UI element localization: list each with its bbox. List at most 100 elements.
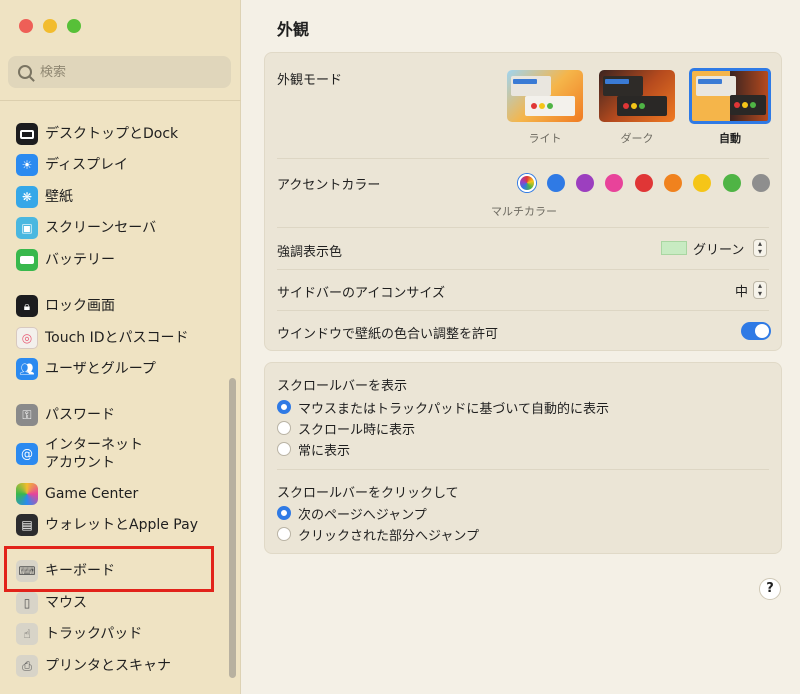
sidebar-item-displays[interactable]: ☀ ディスプレイ: [16, 154, 128, 176]
sidebar-icon-size-value[interactable]: 中: [735, 281, 748, 300]
wallpaper-tint-label: ウインドウで壁紙の色合い調整を許可: [277, 327, 499, 342]
search-icon: [18, 65, 32, 79]
sidebar-item-label: Touch IDとパスコード: [45, 330, 189, 346]
scrollbar-show-auto-radio[interactable]: [277, 400, 291, 414]
wallpaper-icon: ❋: [16, 186, 38, 208]
screensaver-icon: ▣: [16, 217, 38, 239]
zoom-window-button[interactable]: [67, 19, 81, 33]
sidebar-item-lock-screen[interactable]: 🔒︎ ロック画面: [16, 295, 115, 317]
game-center-icon: [16, 483, 38, 505]
key-icon: ⚿: [16, 404, 38, 426]
sidebar-item-label: 壁紙: [45, 189, 73, 205]
scrollbar-show-always-radio[interactable]: [277, 442, 291, 456]
scrollbar-click-next-page-label[interactable]: 次のページへジャンプ: [298, 504, 427, 523]
scrollbar-panel: スクロールバーを表示 マウスまたはトラックパッドに基づいて自動的に表示 スクロー…: [264, 362, 782, 554]
sidebar-item-mouse[interactable]: ▯ マウス: [16, 592, 87, 614]
sidebar-item-battery[interactable]: バッテリー: [16, 249, 115, 271]
scrollbar-show-label: スクロールバーを表示: [277, 379, 408, 394]
highlight-color-stepper[interactable]: ▴ ▾: [753, 239, 767, 257]
search-input[interactable]: [40, 64, 220, 80]
accent-graphite-swatch[interactable]: [752, 174, 770, 192]
sidebar-icon-size-label: サイドバーのアイコンサイズ: [277, 286, 445, 301]
scrollbar-click-spot-label[interactable]: クリックされた部分へジャンプ: [298, 525, 479, 544]
accent-green-swatch[interactable]: [723, 174, 741, 192]
printer-icon: ⎙: [16, 655, 38, 677]
appearance-light-label: ライト: [528, 132, 562, 145]
scrollbar-show-always-label[interactable]: 常に表示: [298, 440, 350, 459]
sidebar-item-label: ユーザとグループ: [45, 361, 156, 377]
sun-icon: ☀: [16, 154, 38, 176]
appearance-dark-option[interactable]: [599, 70, 675, 122]
scrollbar-show-scrolling-radio[interactable]: [277, 421, 291, 435]
sidebar-item-internet-accounts[interactable]: @ インターネット アカウント: [16, 436, 143, 472]
sidebar-item-label: バッテリー: [45, 252, 115, 268]
sidebar-scrollbar[interactable]: [229, 378, 236, 678]
row-divider: [277, 158, 769, 159]
sidebar-item-screensaver[interactable]: ▣ スクリーンセーバ: [16, 217, 156, 239]
appearance-auto-option[interactable]: [689, 68, 771, 124]
row-divider: [277, 227, 769, 228]
sidebar-item-passwords[interactable]: ⚿ パスワード: [16, 404, 115, 426]
accent-orange-swatch[interactable]: [664, 174, 682, 192]
sidebar-item-label: インターネット アカウント: [45, 437, 143, 471]
accent-purple-swatch[interactable]: [576, 174, 594, 192]
users-icon: 👥︎: [16, 358, 38, 380]
accent-multicolor-swatch[interactable]: [518, 174, 536, 192]
annotation-highlight-box: [4, 546, 214, 592]
at-icon: @: [16, 443, 38, 465]
search-field[interactable]: [8, 56, 231, 88]
fingerprint-icon: ◎: [16, 327, 38, 349]
scrollbar-click-spot-radio[interactable]: [277, 527, 291, 541]
appearance-light-option[interactable]: [507, 70, 583, 122]
appearance-panel: 外観モード ライト ダーク 自動 アクセントカラー マルチカラー 強調表示色 グ…: [264, 52, 782, 351]
sidebar-item-wallet[interactable]: ▤ ウォレットとApple Pay: [16, 514, 198, 536]
accent-pink-swatch[interactable]: [605, 174, 623, 192]
row-divider: [277, 269, 769, 270]
main-pane: 外観 外観モード ライト ダーク 自動 アクセントカラー マルチカラー 強調表示…: [241, 0, 800, 694]
sidebar-item-printers[interactable]: ⎙ プリンタとスキャナ: [16, 655, 171, 677]
scrollbar-click-next-page-radio[interactable]: [277, 506, 291, 520]
sidebar: デスクトップとDock ☀ ディスプレイ ❋ 壁紙 ▣ スクリーンセーバ バッテ…: [0, 0, 241, 694]
scrollbar-click-label: スクロールバーをクリックして: [277, 486, 459, 501]
scrollbar-show-scrolling-label[interactable]: スクロール時に表示: [298, 419, 415, 438]
appearance-dark-label: ダーク: [620, 132, 654, 145]
sidebar-item-label: ロック画面: [45, 298, 115, 314]
highlight-color-preview: [661, 241, 687, 255]
page-title: 外観: [277, 20, 310, 39]
window-controls: [19, 19, 81, 33]
sidebar-item-label: Game Center: [45, 486, 139, 502]
sidebar-item-users-groups[interactable]: 👥︎ ユーザとグループ: [16, 358, 156, 380]
sidebar-icon-size-stepper[interactable]: ▴ ▾: [753, 281, 767, 299]
sidebar-item-label: パスワード: [45, 407, 115, 423]
sidebar-item-label: マウス: [45, 595, 87, 611]
accent-yellow-swatch[interactable]: [693, 174, 711, 192]
sidebar-item-wallpaper[interactable]: ❋ 壁紙: [16, 186, 73, 208]
scrollbar-show-auto-label[interactable]: マウスまたはトラックパッドに基づいて自動的に表示: [298, 398, 609, 417]
sidebar-item-label: デスクトップとDock: [45, 126, 179, 142]
accent-red-swatch[interactable]: [635, 174, 653, 192]
trackpad-icon: ☝: [16, 623, 38, 645]
sidebar-item-trackpad[interactable]: ☝ トラックパッド: [16, 623, 142, 645]
wallpaper-tint-toggle[interactable]: [741, 322, 771, 340]
battery-icon: [16, 249, 38, 271]
appearance-auto-label: 自動: [719, 132, 741, 145]
row-divider: [277, 469, 769, 470]
sidebar-item-label: トラックパッド: [45, 626, 143, 642]
highlight-color-label: 強調表示色: [277, 245, 343, 260]
sidebar-item-label: ウォレットとApple Pay: [45, 517, 198, 533]
close-window-button[interactable]: [19, 19, 33, 33]
help-button[interactable]: ?: [759, 578, 781, 600]
sidebar-item-touch-id[interactable]: ◎ Touch IDとパスコード: [16, 327, 189, 349]
wallet-icon: ▤: [16, 514, 38, 536]
dock-icon: [16, 123, 38, 145]
sidebar-item-game-center[interactable]: Game Center: [16, 483, 138, 505]
minimize-window-button[interactable]: [43, 19, 57, 33]
sidebar-item-label: ディスプレイ: [45, 157, 129, 173]
appearance-mode-label: 外観モード: [277, 73, 343, 88]
accent-caption: マルチカラー: [491, 205, 557, 218]
sidebar-divider: [0, 100, 241, 101]
accent-color-label: アクセントカラー: [277, 178, 381, 193]
highlight-color-value[interactable]: グリーン: [693, 239, 744, 258]
accent-blue-swatch[interactable]: [547, 174, 565, 192]
sidebar-item-desktop-dock[interactable]: デスクトップとDock: [16, 123, 178, 145]
